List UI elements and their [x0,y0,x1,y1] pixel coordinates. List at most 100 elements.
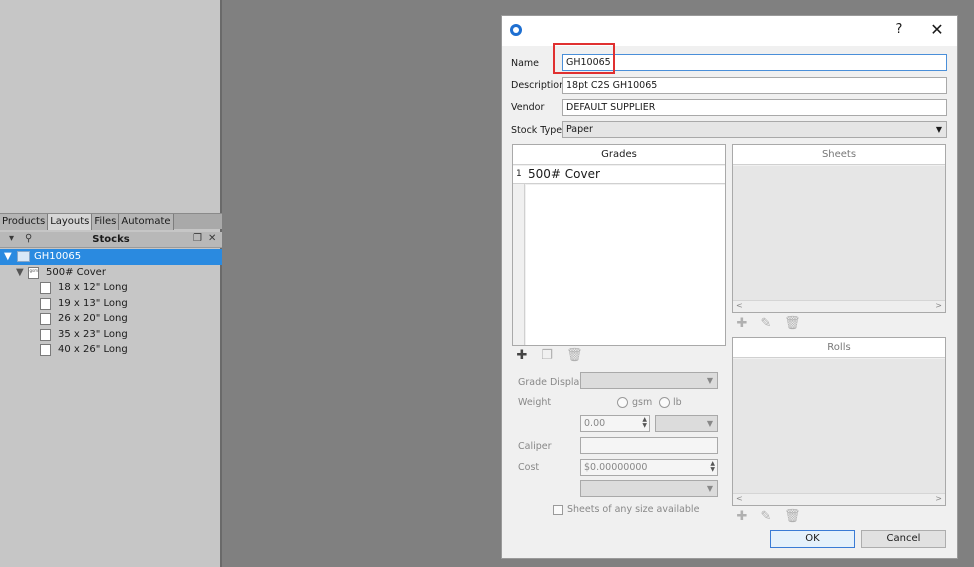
scroll-left-icon[interactable]: < [736,301,743,310]
dialog-title-bar: ? ✕ [502,16,957,46]
cost-value: $0.00000000 [584,462,648,473]
cost-unit-select[interactable]: ▼ [580,480,718,497]
stock-type-value: Paper [566,124,593,135]
help-button[interactable]: ? [892,22,906,37]
add-sheet-icon[interactable]: ✚ [735,316,749,331]
description-label: Description [511,80,566,91]
grade-row-name: 500# Cover [528,167,600,181]
lb-radio[interactable] [659,397,670,408]
add-grade-icon[interactable]: ✚ [515,348,529,363]
sheet-icon [40,297,51,310]
weight-label: Weight [518,397,552,408]
scroll-right-icon[interactable]: > [935,494,942,503]
vendor-input[interactable]: DEFAULT SUPPLIER [562,99,947,116]
stock-stack-icon [17,251,30,262]
rolls-horizontal-scrollbar[interactable]: < > [733,493,945,505]
sheet-icon [40,328,51,341]
stock-type-select[interactable]: Paper ▼ [562,121,947,138]
weight-unit-select[interactable]: ▼ [655,415,718,432]
expand-arrow-icon[interactable]: ▼ [16,265,24,280]
tab-layouts[interactable]: Layouts [48,214,93,230]
sheets-list [733,166,945,300]
stock-dialog: ? ✕ Name GH10065 Description 18pt C2S GH… [501,15,958,559]
name-label: Name [511,58,540,69]
spin-arrows-icon[interactable]: ▲ ▼ [710,461,715,473]
cost-spinbox[interactable]: $0.00000000 ▲ ▼ [580,459,718,476]
name-input[interactable]: GH10065 [562,54,947,71]
close-panel-icon[interactable]: ✕ [208,233,216,244]
delete-grade-icon[interactable]: 🗑 [566,348,583,363]
delete-sheet-icon[interactable]: 🗑 [784,316,801,331]
panel-tabs: Products Layouts Files Automate [0,213,222,230]
gsm-label: gsm [632,397,653,408]
tree-node-label: 35 x 23" Long [58,328,128,340]
left-panel: Products Layouts Files Automate ▾ ⚲ Stoc… [0,0,222,567]
tree-node-grade[interactable]: ▼ gsm 500# Cover [0,265,222,281]
add-roll-icon[interactable]: ✚ [735,509,749,524]
description-input[interactable]: 18pt C2S GH10065 [562,77,947,94]
rolls-panel: Rolls < > [732,337,946,506]
stocks-tree: ▼ GH10065 ▼ gsm 500# Cover 18 x 12" Long… [0,249,222,358]
grade-display-select[interactable]: ▼ [580,372,718,389]
edit-sheet-icon[interactable]: ✎ [759,316,773,331]
tree-node-label: 18 x 12" Long [58,282,128,293]
weight-value: 0.00 [584,418,606,429]
scroll-right-icon[interactable]: > [935,301,942,310]
tab-files[interactable]: Files [92,214,120,230]
app-logo-icon [510,24,522,36]
close-button[interactable]: ✕ [928,20,946,39]
grade-display-label: Grade Display [518,377,586,388]
dropdown-arrow-icon: ▼ [706,419,713,428]
sheets-title: Sheets [733,145,945,165]
grades-empty-area [526,185,725,345]
stock-type-label: Stock Type [511,125,563,136]
sheets-any-size-checkbox[interactable] [553,505,563,515]
weight-spinbox[interactable]: 0.00 ▲ ▼ [580,415,650,432]
tree-node-sheet[interactable]: 35 x 23" Long [0,327,222,343]
sheet-icon [40,344,51,356]
vendor-label: Vendor [511,102,545,113]
scroll-left-icon[interactable]: < [736,494,743,503]
float-window-icon[interactable]: ❐ [193,233,202,244]
rolls-title: Rolls [733,338,945,358]
stocks-title: Stocks [92,234,130,245]
cancel-button[interactable]: Cancel [861,530,946,548]
tab-automate[interactable]: Automate [119,214,174,230]
lb-label: lb [673,397,682,408]
tab-products[interactable]: Products [0,214,49,230]
delete-roll-icon[interactable]: 🗑 [784,509,801,524]
grade-row[interactable]: 1 500# Cover [513,166,725,184]
dropdown-arrow-icon: ▼ [706,376,713,385]
tree-node-sheet[interactable]: 19 x 13" Long [0,296,222,312]
tree-node-sheet[interactable]: 18 x 12" Long [0,280,222,296]
grades-panel: Grades 1 500# Cover [512,144,726,346]
caliper-input[interactable] [580,437,718,454]
edit-roll-icon[interactable]: ✎ [759,509,773,524]
grade-icon: gsm [28,266,39,279]
expand-arrow-icon[interactable]: ▼ [4,249,12,264]
dropdown-arrow-icon: ▼ [706,484,713,493]
row-header-column [513,166,525,345]
tree-node-label: GH10065 [34,251,82,262]
tree-node-label: 500# Cover [46,266,106,278]
sheets-any-size-label: Sheets of any size available [567,504,700,515]
rolls-list [733,359,945,493]
dropdown-arrow-icon: ▼ [935,125,942,134]
tree-node-label: 19 x 13" Long [58,297,128,309]
tree-node-sheet[interactable]: 40 x 26" Long [0,342,222,358]
caliper-label: Caliper [518,441,552,452]
copy-grade-icon[interactable]: ❐ [540,348,554,363]
tree-node-stock[interactable]: ▼ GH10065 [0,249,222,265]
gsm-radio[interactable] [617,397,628,408]
ok-button[interactable]: OK [770,530,855,548]
tree-node-label: 26 x 20" Long [58,313,128,324]
sheets-horizontal-scrollbar[interactable]: < > [733,300,945,312]
stocks-header: ▾ ⚲ Stocks ❐ ✕ [0,232,222,248]
grade-row-index: 1 [516,169,522,179]
spin-arrows-icon[interactable]: ▲ ▼ [642,417,647,429]
sheets-panel: Sheets < > [732,144,946,313]
tree-node-sheet[interactable]: 26 x 20" Long [0,311,222,327]
tree-node-label: 40 x 26" Long [58,344,128,355]
grades-title: Grades [513,145,725,165]
sheet-icon [40,313,51,325]
